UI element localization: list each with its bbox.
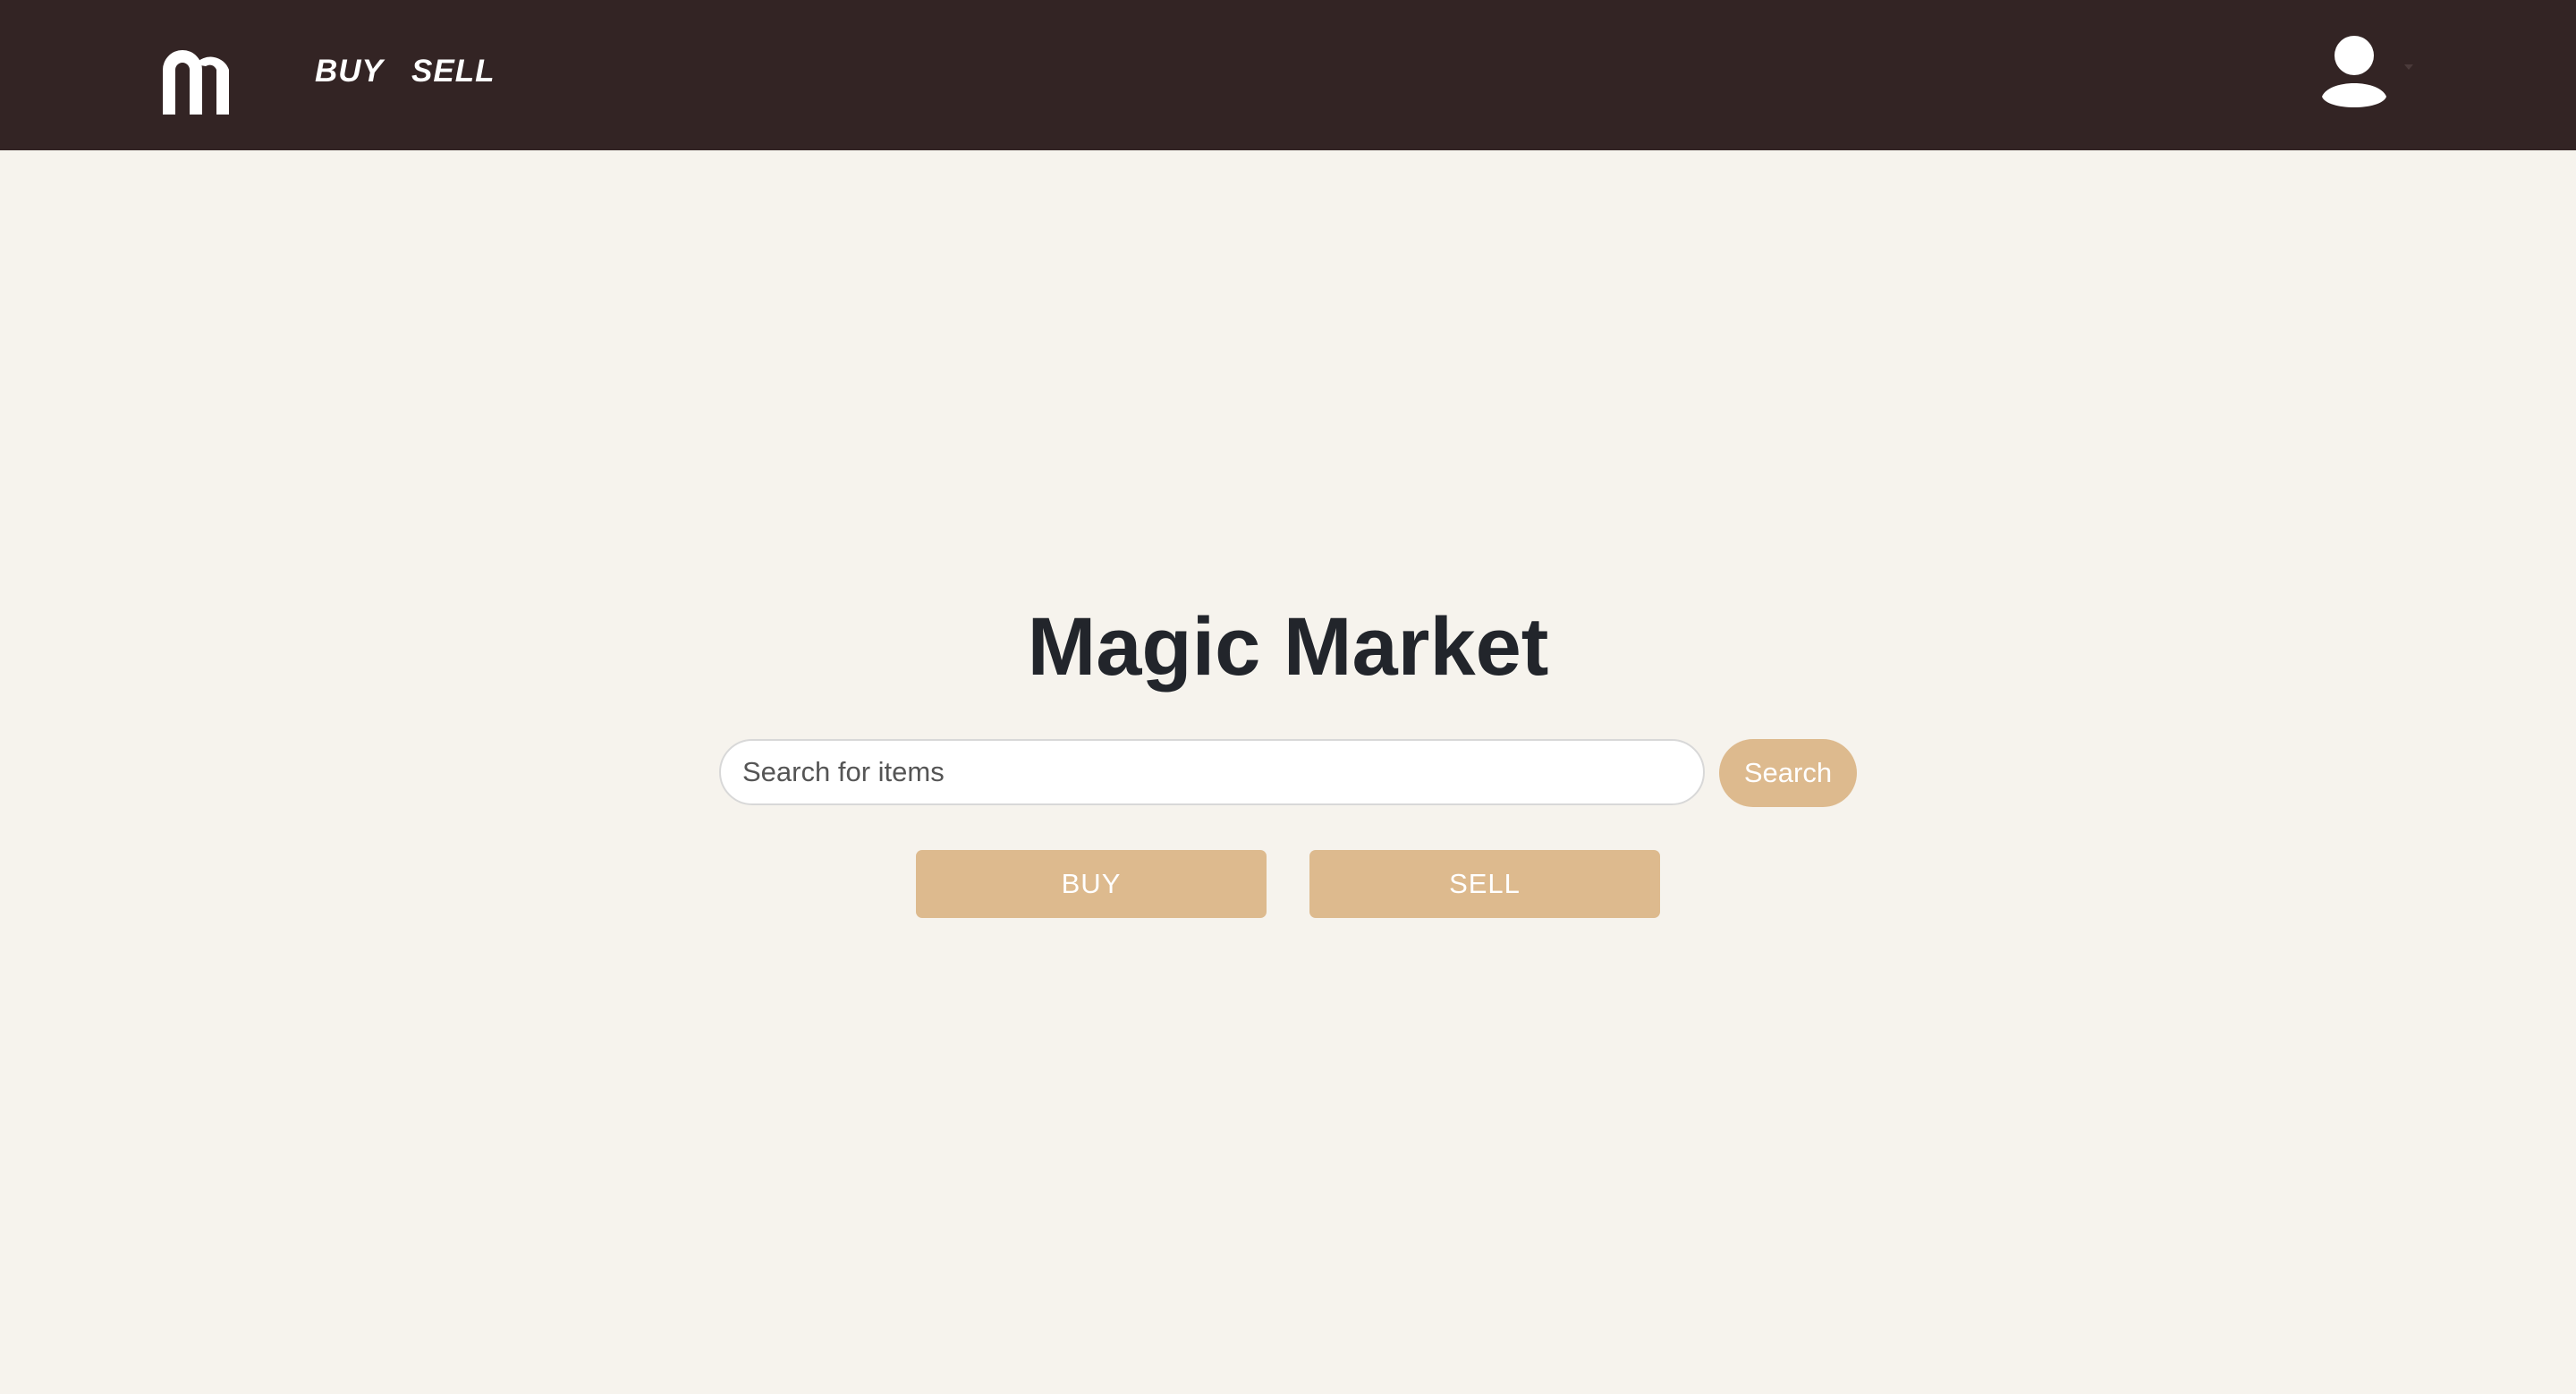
- user-menu[interactable]: [2318, 34, 2417, 115]
- nav-link-sell[interactable]: SELL: [411, 54, 495, 89]
- search-button[interactable]: Search: [1719, 739, 1857, 807]
- magic-market-logo-icon[interactable]: [157, 45, 234, 120]
- nav-link-buy[interactable]: BUY: [315, 54, 384, 89]
- user-avatar-icon: [2318, 34, 2417, 111]
- search-input[interactable]: [719, 739, 1705, 805]
- sell-button[interactable]: SELL: [1309, 850, 1660, 918]
- chevron-down-icon: [2404, 64, 2413, 70]
- page-title: Magic Market: [1027, 601, 1549, 693]
- top-navbar: BUY SELL: [0, 0, 2576, 150]
- buy-button[interactable]: BUY: [916, 850, 1267, 918]
